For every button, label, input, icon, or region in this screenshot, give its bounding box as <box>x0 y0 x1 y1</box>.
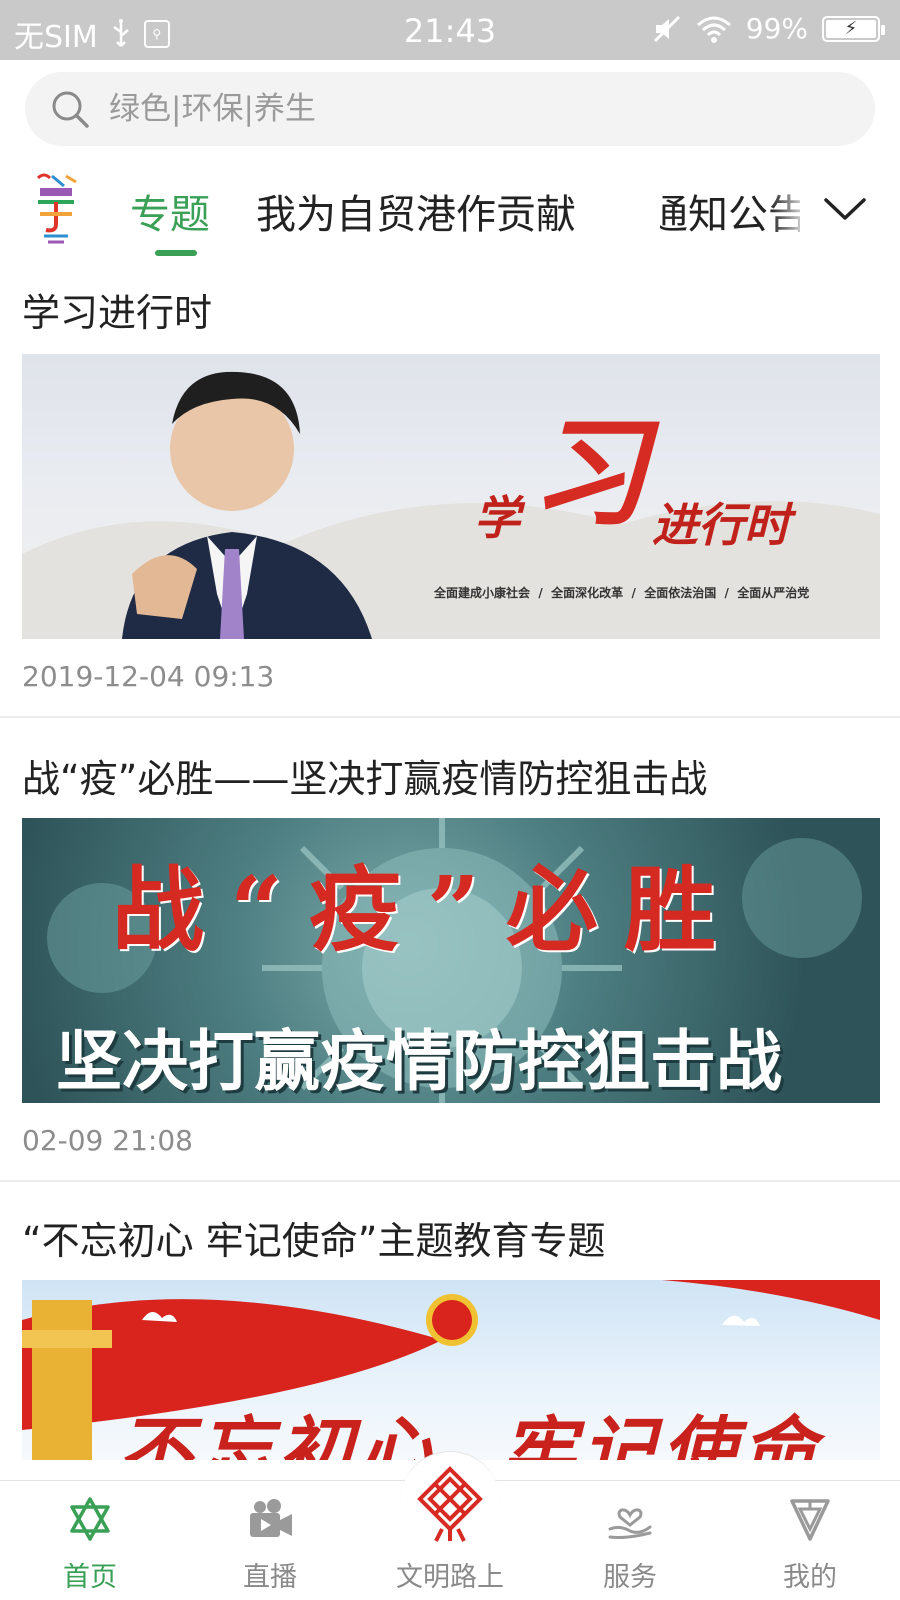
star-of-david-icon <box>70 1497 110 1541</box>
article-card[interactable]: 战“疫”必胜——坚决打赢疫情防控狙击战 战“疫”必胜 坚决打赢疫情防控狙击战 0… <box>0 718 900 1188</box>
banner-headline: 不忘初心 牢记使命 <box>118 1409 822 1460</box>
app-logo-icon[interactable] <box>30 172 82 248</box>
banner-subline: 坚决打赢疫情防控狙击战 <box>56 1023 782 1100</box>
battery-icon: ⚡ <box>822 15 885 42</box>
nav-item-live[interactable]: 直播 <box>180 1481 360 1600</box>
banner-tagline: 全面建成小康社会 / 全面深化改革 / 全面依法治国 / 全面从严治党 <box>434 586 810 600</box>
nav-label: 直播 <box>243 1562 297 1593</box>
divider <box>0 1180 900 1182</box>
search-bar[interactable] <box>25 72 875 146</box>
mute-icon <box>653 15 680 42</box>
banner-headline: 学 <box>474 491 520 545</box>
tab-free-trade-port[interactable]: 我为自贸港作贡献 <box>256 182 576 240</box>
article-feed: 学习进行时 学 习 进行时 全面建成小康社会 / 全面深化改革 / 全面依法治国 <box>0 268 900 1460</box>
article-timestamp: 2019-12-04 09:13 <box>22 660 275 693</box>
banner-headline: 战“疫”必胜 <box>112 856 742 964</box>
article-banner-image: 不忘初心 牢记使命 <box>22 1280 880 1460</box>
hand-heart-icon <box>608 1508 652 1539</box>
article-title: 学习进行时 <box>22 291 213 335</box>
wifi-icon <box>696 16 731 43</box>
search-input[interactable] <box>109 72 849 146</box>
knot-emblem-icon <box>417 1466 483 1542</box>
profile-emblem-icon <box>790 1499 830 1541</box>
article-title: 战“疫”必胜——坚决打赢疫情防控狙击战 <box>22 757 708 801</box>
chevron-down-icon[interactable] <box>820 190 870 230</box>
article-title: “不忘初心 牢记使命”主题教育专题 <box>22 1219 606 1263</box>
article-card[interactable]: “不忘初心 牢记使命”主题教育专题 不忘初心 牢记使命 <box>0 1188 900 1460</box>
nav-label: 首页 <box>63 1562 117 1593</box>
nav-item-civilization[interactable]: 文明路上 <box>360 1466 540 1600</box>
tab-active-indicator <box>155 250 197 256</box>
nav-item-service[interactable]: 服务 <box>540 1481 720 1600</box>
article-banner-image: 学 习 进行时 全面建成小康社会 / 全面深化改革 / 全面依法治国 / 全面从… <box>22 354 880 639</box>
search-icon <box>52 91 89 128</box>
nav-item-mine[interactable]: 我的 <box>720 1481 900 1600</box>
channel-tabs: 专题 我为自贸港作贡献 通知公告 <box>0 162 900 262</box>
video-camera-icon <box>250 1499 292 1537</box>
article-card[interactable]: 学习进行时 学 习 进行时 全面建成小康社会 / 全面深化改革 / 全面依法治国 <box>0 268 900 718</box>
article-banner-image: 战“疫”必胜 坚决打赢疫情防控狙击战 <box>22 818 880 1103</box>
status-bar: 无SIM ⚲ 21:43 99% ⚡ <box>0 0 900 60</box>
nav-label: 服务 <box>603 1562 657 1593</box>
bottom-nav: 首页 直播 文明路上 服务 我的 <box>0 1451 900 1600</box>
article-timestamp: 02-09 21:08 <box>22 1124 193 1157</box>
banner-headline-tail: 进行时 <box>652 498 790 552</box>
tab-zhuanti[interactable]: 专题 <box>130 182 210 240</box>
banner-headline-big: 习 <box>530 403 649 542</box>
nav-item-home[interactable]: 首页 <box>0 1481 180 1600</box>
nav-label: 文明路上 <box>396 1562 504 1593</box>
nav-label: 我的 <box>783 1562 837 1593</box>
battery-percent: 99% <box>745 12 808 45</box>
status-right: 99% ⚡ <box>652 12 885 45</box>
tab-fade <box>770 172 810 252</box>
